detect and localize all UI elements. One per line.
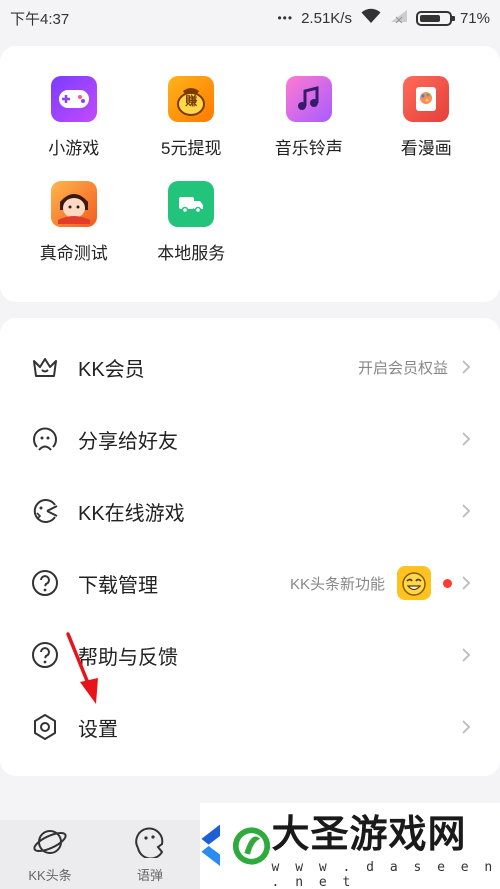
menu-item-title: KK在线游戏 xyxy=(78,502,185,525)
app-mini-games[interactable]: 小游戏 xyxy=(15,76,133,159)
battery-icon xyxy=(415,10,455,26)
emoji-badge-icon xyxy=(397,566,431,600)
app-label: 5元提现 xyxy=(161,139,222,158)
chevron-right-icon xyxy=(460,573,472,593)
app-label: 音乐铃声 xyxy=(274,139,343,158)
money-bag-icon: 赚 xyxy=(168,76,215,122)
chevron-right-icon xyxy=(460,645,472,665)
chat-face-icon xyxy=(132,826,168,863)
app-withdraw[interactable]: 赚 5元提现 xyxy=(133,76,251,159)
app-comics[interactable]: 看漫画 xyxy=(368,76,486,159)
crown-icon xyxy=(30,352,60,382)
nav-label: 语弹 xyxy=(136,867,163,883)
battery-fill xyxy=(419,14,440,22)
menu-item-title: 帮助与反馈 xyxy=(78,646,178,669)
chevron-right-icon xyxy=(460,357,472,377)
chevron-right-icon xyxy=(460,717,472,737)
question-circle-icon xyxy=(30,568,60,598)
share-face-icon xyxy=(30,424,60,454)
menu-item-downloads[interactable]: 下载管理 KK头条新功能 xyxy=(0,547,500,619)
watermark: 大圣游戏网 w w w . d a s e e n . n e t xyxy=(200,803,500,889)
planet-icon xyxy=(32,826,68,863)
game-face-icon xyxy=(30,496,60,526)
money-icon-text: 赚 xyxy=(185,94,198,108)
notification-dots: ••• xyxy=(277,11,294,25)
watermark-url: w w w . d a s e e n . n e t xyxy=(271,859,497,889)
gamepad-icon xyxy=(50,76,97,122)
music-note-icon xyxy=(285,76,332,122)
app-label: 本地服务 xyxy=(157,244,226,263)
menu-item-title: 分享给好友 xyxy=(78,430,178,453)
question-circle-icon xyxy=(30,640,60,670)
hexagon-settings-icon xyxy=(30,712,60,742)
menu-item-online-games[interactable]: KK在线游戏 xyxy=(0,475,500,547)
delivery-truck-icon xyxy=(168,181,215,227)
menu-item-title: 下载管理 xyxy=(78,574,158,597)
app-ringtones[interactable]: 音乐铃声 xyxy=(250,76,368,159)
nav-tab-yudan[interactable]: 语弹 xyxy=(100,820,200,889)
watermark-title: 大圣游戏网 xyxy=(271,811,467,856)
chevron-right-icon xyxy=(460,429,472,449)
chevron-right-icon xyxy=(460,501,472,521)
nav-label: KK头条 xyxy=(28,867,72,883)
wifi-icon xyxy=(360,8,382,28)
notification-dot xyxy=(443,578,452,588)
app-label: 小游戏 xyxy=(48,139,100,158)
watermark-logo-icon xyxy=(201,824,271,867)
fate-test-icon xyxy=(50,181,97,227)
app-fate-test[interactable]: 真命测试 xyxy=(15,181,133,264)
app-local-services[interactable]: 本地服务 xyxy=(133,181,251,264)
menu-item-share[interactable]: 分享给好友 xyxy=(0,403,500,475)
menu-item-hint: 开启会员权益 xyxy=(357,359,448,377)
nav-tab-kk-headlines[interactable]: KK头条 xyxy=(0,820,100,889)
menu-item-vip[interactable]: KK会员 开启会员权益 xyxy=(0,331,500,403)
battery-percent: 71% xyxy=(459,9,490,27)
annotation-arrow-icon xyxy=(66,632,98,704)
comic-book-icon xyxy=(403,76,450,122)
app-label: 看漫画 xyxy=(400,139,452,158)
menu-item-hint: KK头条新功能 xyxy=(289,575,385,593)
status-time: 下午4:37 xyxy=(10,10,70,28)
signal-icon xyxy=(390,9,408,27)
app-label: 真命测试 xyxy=(39,244,108,263)
apps-card: 小游戏 赚 5元提现 音乐铃声 看漫画 真命测试 本地服务 xyxy=(0,46,500,302)
apps-grid: 小游戏 赚 5元提现 音乐铃声 看漫画 真命测试 本地服务 xyxy=(0,76,500,264)
network-speed: 2.51K/s xyxy=(301,9,352,27)
menu-item-title: KK会员 xyxy=(78,358,145,381)
status-bar: 下午4:37 ••• 2.51K/s 71% xyxy=(0,0,500,36)
menu-item-title: 设置 xyxy=(78,718,118,741)
